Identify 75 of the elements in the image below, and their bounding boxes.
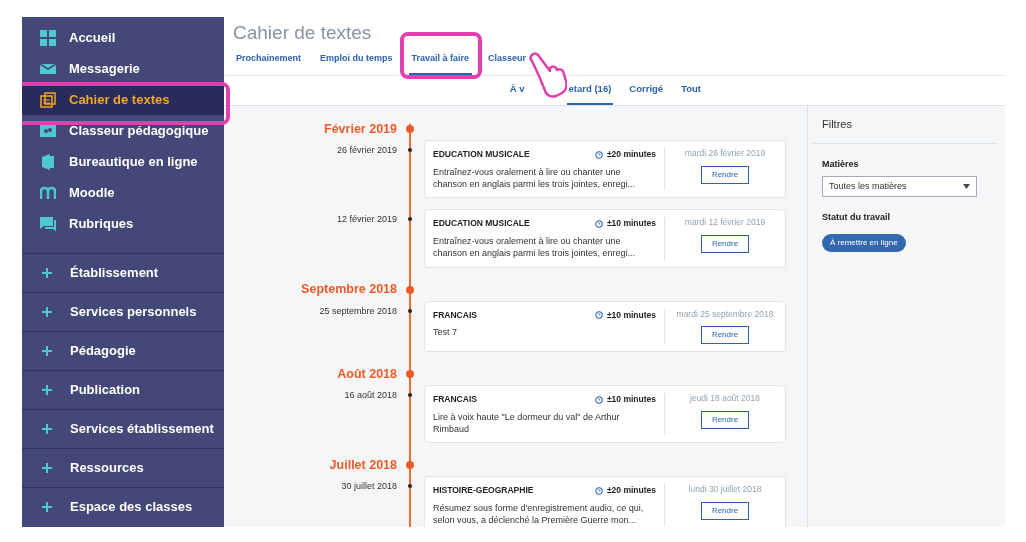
subject-label: EDUCATION MUSICALE: [433, 217, 530, 231]
clock-icon: [594, 150, 603, 159]
duration-label: ±10 minutes: [606, 393, 656, 406]
entry-date: 12 février 2019: [335, 213, 397, 227]
calendar-icon: [40, 91, 56, 108]
clock-icon: [594, 486, 603, 495]
due-date: jeudi 16 août 2018: [689, 393, 761, 404]
entry-date: 16 août 2018: [343, 389, 397, 403]
sidebar-item[interactable]: Classeur pédagogique: [22, 115, 224, 146]
sidebar-item[interactable]: Bureautique en ligne: [22, 146, 224, 177]
due-date: lundi 30 juillet 2018: [687, 484, 763, 495]
tab[interactable]: Travail à faire: [408, 51, 473, 76]
entry-date: 30 juillet 2018: [340, 480, 397, 494]
due-date: mardi 26 février 2019: [683, 148, 767, 159]
submit-button[interactable]: Rendre: [700, 235, 750, 254]
sidebar-item[interactable]: Messagerie: [22, 53, 224, 84]
submit-button[interactable]: Rendre: [700, 501, 750, 520]
task-description: Entraînez-vous oralement à lire ou chanter une chanson en anglais parmi les trois jointes, enregi...: [433, 167, 637, 191]
timeline-dot: [406, 370, 414, 379]
caret-icon: [963, 184, 970, 190]
sidebar-item[interactable]: Rubriques: [22, 208, 224, 239]
m-letter-icon: [40, 184, 56, 201]
subtab[interactable]: Tout: [679, 82, 703, 106]
subject-label: FRANCAIS: [433, 393, 477, 406]
submit-button[interactable]: Rendre: [700, 165, 750, 184]
subtab[interactable]: Corrigé: [627, 82, 666, 106]
clock-icon: [594, 310, 603, 319]
task-description: Entraînez-vous oralement à lire ou chanter une chanson en anglais parmi les trois jointes, enregi...: [433, 236, 637, 260]
filter-label: Statut du travail: [822, 211, 891, 225]
month-heading: Juillet 2018: [328, 456, 397, 474]
sidebar-item[interactable]: Moodle: [22, 177, 224, 208]
subject-label: EDUCATION MUSICALE: [433, 148, 530, 162]
clock-icon: [594, 219, 603, 228]
timeline-dot: [408, 148, 412, 153]
task-description: Résumez sous forme d'enregistrement audio, ce qui, selon vous, a déclenché la Première Guerre mon...: [433, 503, 645, 527]
entry-date: 25 septembre 2018: [318, 304, 397, 318]
status-chip[interactable]: À remettre en ligne: [822, 233, 906, 252]
subject-dropdown[interactable]: Toutes les matières: [822, 176, 977, 198]
timeline-dot: [408, 308, 412, 313]
chat-icon: [40, 215, 56, 232]
grid-icon: [40, 29, 56, 46]
entry-date: 26 février 2019: [335, 144, 397, 158]
month-heading: Février 2019: [323, 120, 397, 138]
month-heading: Septembre 2018: [300, 281, 397, 299]
submit-button[interactable]: Rendre: [700, 410, 750, 429]
document-icon: [40, 153, 56, 170]
month-heading: Août 2018: [336, 365, 397, 383]
tab[interactable]: Classeur: [485, 51, 530, 76]
submit-button[interactable]: Rendre: [700, 326, 750, 345]
timeline-dot: [406, 461, 414, 470]
timeline-dot: [408, 217, 412, 222]
page-title: Cahier de textes: [233, 22, 373, 45]
due-date: mardi 12 février 2019: [683, 217, 767, 229]
duration-label: ±10 minutes: [606, 308, 656, 322]
timeline-dot: [406, 285, 414, 294]
tab[interactable]: Prochainement: [233, 51, 305, 76]
clock-icon: [594, 395, 603, 404]
tab[interactable]: Emploi du temps: [317, 51, 396, 76]
subtab[interactable]: etard (16): [566, 82, 614, 106]
subject-label: FRANCAIS: [433, 308, 477, 322]
duration-label: ±20 minutes: [606, 484, 656, 498]
due-date: mardi 25 septembre 2018: [675, 308, 775, 320]
task-description: Lire à voix haute "Le dormeur du val" de Arthur Rimbaud: [433, 411, 621, 436]
duration-label: ±10 minutes: [606, 217, 656, 231]
duration-label: ±20 minutes: [606, 148, 656, 162]
sidebar-item[interactable]: Cahier de textes: [22, 84, 224, 115]
task-description: Test 7: [433, 327, 458, 339]
timeline-dot: [408, 393, 412, 398]
timeline-dot: [406, 125, 414, 134]
timeline-dot: [408, 484, 412, 489]
filter-label: Matières: [822, 157, 860, 171]
subtab[interactable]: À v: [507, 82, 527, 106]
subject-label: HISTOIRE-GEOGRAPHIE: [433, 484, 534, 498]
sidebar-item[interactable]: Accueil: [22, 22, 224, 53]
filter-title: Filtres: [813, 106, 997, 144]
